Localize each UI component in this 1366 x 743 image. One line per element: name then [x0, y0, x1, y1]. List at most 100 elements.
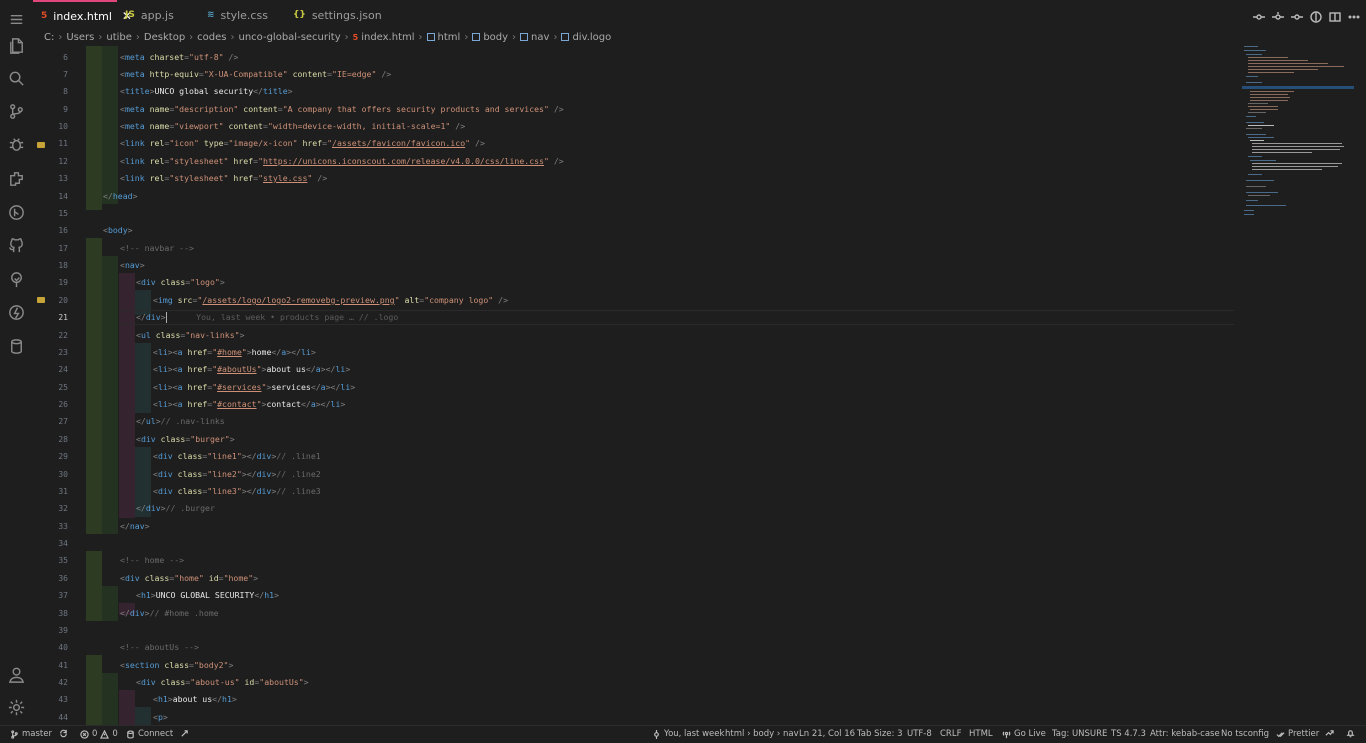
line-number: 21 — [58, 313, 68, 322]
code-link[interactable]: https://unicons.iconscout.com/release/v4… — [263, 156, 544, 166]
element-icon — [472, 33, 481, 41]
tab-app-js[interactable]: JS app.js — [117, 0, 199, 30]
line-number: 13 — [58, 174, 68, 183]
code-line: <h1>about us</h1> — [153, 694, 237, 704]
git-compare-icon[interactable] — [1310, 8, 1322, 23]
code-link[interactable]: #contact — [217, 399, 256, 409]
open-changes-icon[interactable] — [1253, 8, 1265, 20]
eol-label: CRLF — [940, 729, 962, 739]
tab-style-css[interactable]: ≋ style.css — [199, 0, 285, 30]
notifications-button[interactable] — [1346, 729, 1355, 738]
line-number: 11 — [58, 139, 68, 148]
code-link[interactable]: #services — [217, 382, 261, 392]
source-control-icon[interactable] — [6, 101, 27, 122]
vertical-scrollbar[interactable] — [1354, 44, 1366, 725]
code-editor[interactable]: 6 7 8 9 10 11 12 13 14 15 16 17 18 19 20… — [33, 46, 1238, 725]
line-number: 20 — [58, 296, 68, 305]
code-line: <nav> — [120, 260, 145, 270]
editor-actions — [1253, 8, 1360, 23]
line-number: 34 — [58, 539, 68, 548]
breadcrumb-item[interactable]: index.html — [361, 32, 414, 43]
line-number: 14 — [58, 192, 68, 201]
git-graph-icon[interactable] — [6, 202, 27, 223]
breadcrumb-item[interactable]: utibe — [106, 32, 132, 43]
extensions-icon[interactable] — [6, 168, 27, 189]
connect-button[interactable]: Connect — [126, 729, 173, 739]
more-actions-icon[interactable] — [1348, 8, 1360, 20]
git-blame-status[interactable]: You, last week — [652, 729, 724, 739]
database-icon[interactable] — [6, 336, 27, 357]
css-file-icon: ≋ — [207, 10, 215, 20]
code-line: <div class="about-us" id="aboutUs"> — [136, 677, 309, 687]
explorer-icon[interactable] — [6, 35, 27, 56]
cursor-position[interactable]: Ln 21, Col 16 — [799, 729, 855, 739]
breadcrumb-item[interactable]: body — [483, 32, 508, 43]
code-line: <li><a href="#aboutUs">about us</a></li> — [153, 364, 351, 374]
breadcrumb-item[interactable]: html — [438, 32, 461, 43]
settings-gear-icon[interactable] — [6, 697, 27, 718]
github-icon[interactable] — [6, 235, 27, 256]
code-link[interactable]: #home — [217, 347, 242, 357]
line-number: 15 — [58, 209, 68, 218]
code-link[interactable]: /assets/logo/logo2-removebg-preview.png — [202, 295, 394, 305]
element-icon — [561, 33, 570, 41]
tab-bar: 5 index.html ✕ JS app.js ≋ style.css {} … — [33, 0, 1366, 30]
line-number: 24 — [58, 365, 68, 374]
element-path[interactable]: html › body › nav — [725, 729, 799, 739]
live-share-button[interactable] — [180, 729, 189, 738]
tsconfig-status[interactable]: No tsconfig — [1221, 729, 1269, 739]
code-line: <div class="line2"></div>// .line2 — [153, 469, 321, 479]
indent-guide — [135, 343, 151, 413]
next-change-icon[interactable] — [1291, 8, 1303, 20]
code-line: <p> — [153, 712, 168, 722]
activity-bar — [0, 0, 33, 725]
thunder-client-icon[interactable] — [6, 302, 27, 323]
problems-indicator[interactable]: 0 0 — [80, 729, 118, 739]
run-debug-icon[interactable] — [6, 134, 27, 155]
end-of-line[interactable]: CRLF — [940, 729, 961, 739]
code-line: <ul class="nav-links"> — [136, 330, 245, 340]
line-number: 35 — [58, 556, 68, 565]
breadcrumb-item[interactable]: Users — [66, 32, 94, 43]
breadcrumb-item[interactable]: C: — [44, 32, 54, 43]
breadcrumb-item[interactable]: unco-global-security — [239, 32, 341, 43]
code-link[interactable]: #aboutUs — [217, 364, 256, 374]
tag-status[interactable]: Tag: UNSURE — [1052, 729, 1107, 739]
minimap[interactable] — [1242, 44, 1354, 224]
warning-icon — [100, 729, 110, 739]
tab-size[interactable]: Tab Size: 3 — [857, 729, 903, 739]
split-editor-icon[interactable] — [1329, 8, 1341, 22]
branch-indicator[interactable]: master — [10, 729, 52, 739]
tab-index-html[interactable]: 5 index.html ✕ — [33, 0, 132, 30]
code-line: <div class="line1"></div>// .line1 — [153, 451, 321, 461]
breadcrumb-item[interactable]: nav — [531, 32, 549, 43]
code-line: </div>// .burger — [136, 503, 215, 513]
breadcrumb-item[interactable]: div.logo — [572, 32, 611, 43]
sync-icon — [60, 729, 67, 738]
go-live-button[interactable]: Go Live — [1002, 729, 1046, 739]
feedback-button[interactable] — [1325, 729, 1334, 738]
search-icon[interactable] — [6, 68, 27, 89]
line-number: 28 — [58, 435, 68, 444]
breadcrumb-item[interactable]: codes — [197, 32, 226, 43]
attr-status[interactable]: Attr: kebab-case — [1150, 729, 1220, 739]
line-number: 30 — [58, 470, 68, 479]
indent-guide — [86, 655, 102, 725]
breadcrumb-item[interactable]: Desktop — [144, 32, 185, 43]
previous-change-icon[interactable] — [1272, 8, 1284, 20]
menu-icon[interactable] — [6, 9, 27, 30]
code-link[interactable]: /assets/favicon/favicon.ico — [332, 138, 465, 148]
code-link[interactable]: style.css — [263, 173, 307, 183]
prettier-button[interactable]: Prettier — [1276, 729, 1319, 739]
typescript-version[interactable]: TS 4.7.3 — [1111, 729, 1146, 739]
encoding[interactable]: UTF-8 — [907, 729, 932, 739]
tree-icon[interactable] — [6, 269, 27, 290]
element-path-label: html › body › nav — [725, 729, 799, 739]
code-line: </div>// #home .home — [120, 608, 219, 618]
language-mode[interactable]: HTML — [969, 729, 993, 739]
accounts-icon[interactable] — [6, 664, 27, 685]
sync-button[interactable] — [59, 729, 68, 738]
broadcast-icon — [1002, 731, 1011, 738]
text-cursor — [165, 312, 167, 323]
tab-settings-json[interactable]: {} settings.json — [285, 0, 382, 30]
